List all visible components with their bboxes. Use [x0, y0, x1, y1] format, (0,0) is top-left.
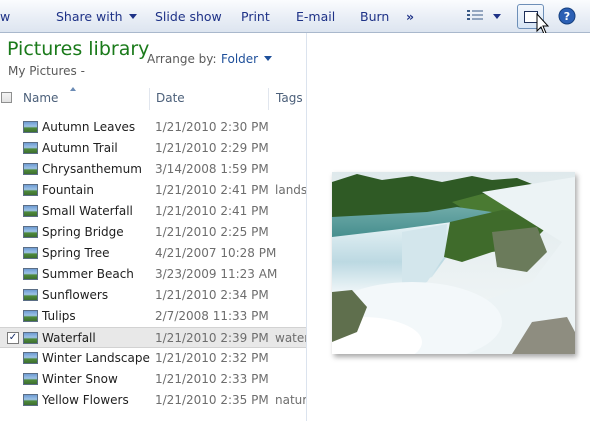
file-row[interactable]: Small Waterfall 1/21/2010 2:41 PM: [0, 201, 306, 222]
file-date: 1/21/2010 2:34 PM: [155, 288, 269, 302]
column-header-name[interactable]: Name: [23, 84, 58, 112]
arrange-by-value: Folder: [221, 52, 259, 66]
file-date: 1/21/2010 2:41 PM: [155, 183, 269, 197]
file-tag: natur: [275, 393, 307, 407]
file-row[interactable]: Sunflowers 1/21/2010 2:34 PM: [0, 285, 306, 306]
file-name: Spring Tree: [42, 246, 110, 260]
chevron-down-icon: [128, 14, 137, 19]
select-all-checkbox[interactable]: [1, 92, 12, 103]
file-name: Spring Bridge: [42, 225, 124, 239]
file-tag: water: [275, 331, 307, 345]
svg-text:?: ?: [564, 10, 570, 23]
file-date: 1/21/2010 2:30 PM: [155, 120, 269, 134]
file-date: 1/21/2010 2:33 PM: [155, 372, 269, 386]
email-button[interactable]: E-mail: [296, 0, 335, 33]
file-name: Fountain: [42, 183, 95, 197]
file-name: Small Waterfall: [42, 204, 133, 218]
file-tag: landsc: [275, 183, 307, 197]
file-name: Autumn Leaves: [42, 120, 136, 134]
file-date: 1/21/2010 2:41 PM: [155, 204, 269, 218]
file-name: Winter Landscape: [42, 351, 150, 365]
image-file-icon: [23, 184, 38, 196]
file-row[interactable]: Autumn Leaves 1/21/2010 2:30 PM: [0, 117, 306, 138]
image-file-icon: [23, 226, 38, 238]
image-file-icon: [23, 332, 38, 344]
file-row[interactable]: Tulips 2/7/2008 11:33 PM: [0, 306, 306, 327]
image-file-icon: [23, 205, 38, 217]
file-list: Autumn Leaves 1/21/2010 2:30 PM Autumn Tra…: [0, 117, 307, 411]
column-header-tags[interactable]: Tags: [276, 84, 303, 112]
file-date: 1/21/2010 2:39 PM: [155, 331, 269, 345]
file-date: 1/21/2010 2:25 PM: [155, 225, 269, 239]
more-commands-button[interactable]: »: [406, 0, 414, 33]
file-row[interactable]: Autumn Trail 1/21/2010 2:29 PM: [0, 138, 306, 159]
column-header-date[interactable]: Date: [156, 84, 185, 112]
image-file-icon: [23, 310, 38, 322]
file-name: Winter Snow: [42, 372, 118, 386]
file-row[interactable]: Winter Landscape 1/21/2010 2:32 PM: [0, 348, 306, 369]
organize-button-partial[interactable]: w: [0, 0, 10, 33]
image-file-icon: [23, 142, 38, 154]
column-divider[interactable]: [268, 88, 269, 110]
sort-ascending-icon: [70, 87, 76, 91]
arrange-by-dropdown[interactable]: Folder: [221, 52, 273, 66]
file-date: 1/21/2010 2:35 PM: [155, 393, 269, 407]
file-row[interactable]: ✓ Waterfall 1/21/2010 2:39 PM water: [0, 327, 307, 348]
image-file-icon: [23, 247, 38, 259]
column-divider[interactable]: [149, 88, 150, 110]
print-button[interactable]: Print: [241, 0, 270, 33]
file-row[interactable]: Fountain 1/21/2010 2:41 PM landsc: [0, 180, 307, 201]
file-row[interactable]: Summer Beach 3/23/2009 11:23 AM: [0, 264, 306, 285]
library-title: Pictures library: [7, 38, 150, 60]
chevron-down-icon: [264, 56, 273, 61]
help-icon[interactable]: ?: [558, 7, 576, 25]
share-with-label: Share with: [56, 9, 123, 24]
file-name: Yellow Flowers: [42, 393, 129, 407]
file-date: 1/21/2010 2:32 PM: [155, 351, 269, 365]
file-row[interactable]: Chrysanthemum 3/14/2008 1:59 PM: [0, 159, 306, 180]
file-date: 2/7/2008 11:33 PM: [155, 309, 269, 323]
file-date: 1/21/2010 2:29 PM: [155, 141, 269, 155]
file-name: Autumn Trail: [42, 141, 118, 155]
command-bar: w Share with Slide show Print E-mail Bur…: [0, 0, 590, 33]
file-name: Tulips: [42, 309, 76, 323]
image-file-icon: [23, 121, 38, 133]
details-view-icon[interactable]: [467, 9, 483, 23]
image-file-icon: [23, 394, 38, 406]
file-date: 3/14/2008 1:59 PM: [155, 162, 269, 176]
image-file-icon: [23, 373, 38, 385]
image-file-icon: [23, 268, 38, 280]
image-file-icon: [23, 352, 38, 364]
burn-button[interactable]: Burn: [360, 0, 389, 33]
change-view-chevron-icon[interactable]: [493, 14, 501, 19]
arrange-by-label: Arrange by:: [147, 52, 217, 66]
file-name: Sunflowers: [42, 288, 109, 302]
library-location: My Pictures -: [8, 64, 85, 78]
file-name: Waterfall: [42, 331, 96, 345]
file-date: 3/23/2009 11:23 AM: [155, 267, 278, 281]
file-row[interactable]: Yellow Flowers 1/21/2010 2:35 PM natur: [0, 390, 307, 411]
image-file-icon: [23, 289, 38, 301]
slide-show-button[interactable]: Slide show: [155, 0, 222, 33]
file-row[interactable]: Winter Snow 1/21/2010 2:33 PM: [0, 369, 306, 390]
waterfall-preview-image: [332, 172, 575, 354]
file-row[interactable]: Spring Tree 4/21/2007 10:28 PM: [0, 243, 306, 264]
file-list-pane: Pictures library My Pictures - Arrange b…: [0, 33, 307, 421]
preview-pane: [307, 33, 590, 421]
image-file-icon: [23, 163, 38, 175]
row-checkbox[interactable]: ✓: [7, 332, 19, 344]
file-row[interactable]: Spring Bridge 1/21/2010 2:25 PM: [0, 222, 306, 243]
share-with-button[interactable]: Share with: [56, 0, 137, 33]
file-name: Chrysanthemum: [42, 162, 142, 176]
column-header-row: Name Date Tags: [0, 84, 306, 112]
file-name: Summer Beach: [42, 267, 134, 281]
file-date: 4/21/2007 10:28 PM: [155, 246, 277, 260]
